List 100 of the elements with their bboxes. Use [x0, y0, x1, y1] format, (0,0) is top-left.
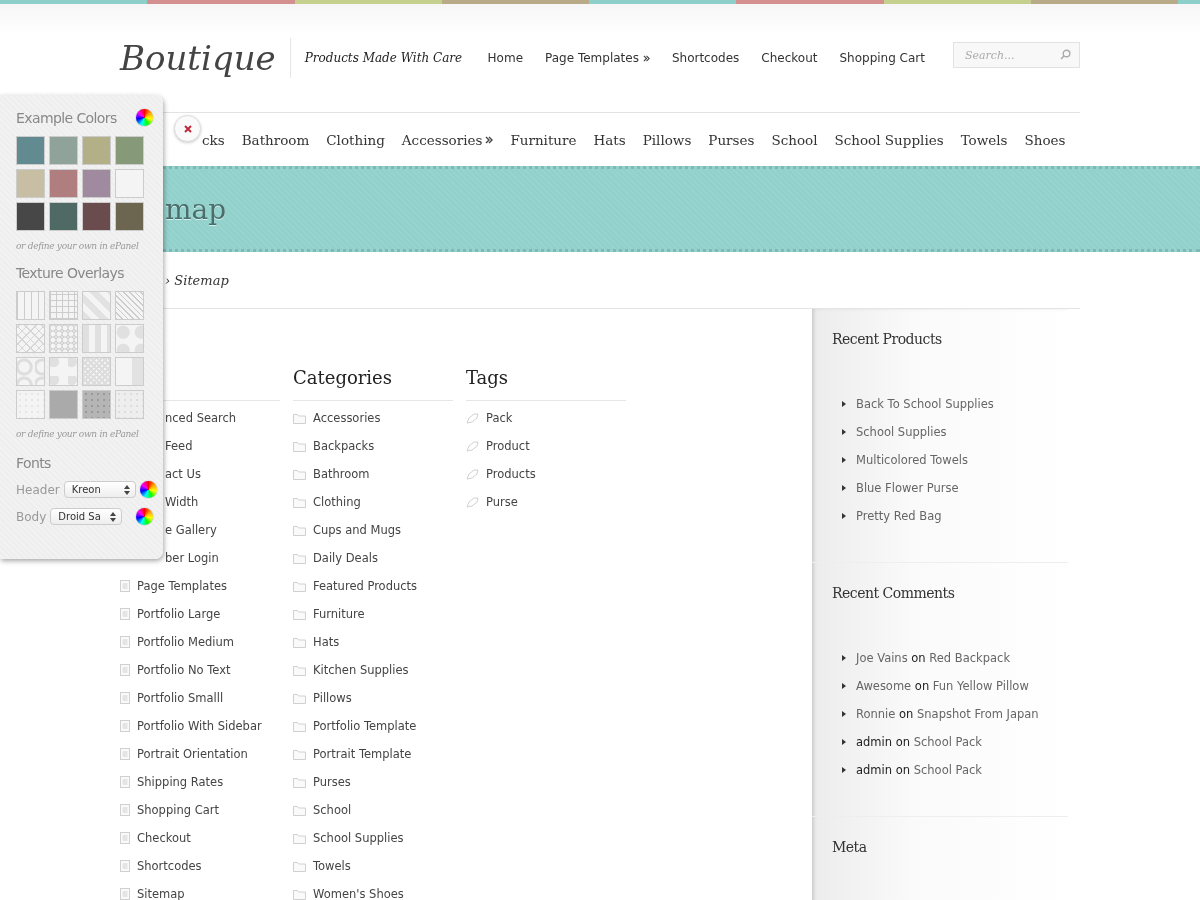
texture-swatch[interactable]: [16, 357, 45, 386]
top-nav-link[interactable]: Checkout: [761, 51, 818, 65]
recent-product-link[interactable]: Multicolored Towels: [856, 453, 968, 467]
category-link[interactable]: Furniture: [313, 607, 365, 621]
category-link[interactable]: School: [313, 803, 352, 817]
top-nav-link[interactable]: Shortcodes: [671, 51, 740, 65]
recent-product-link[interactable]: Back To School Supplies: [856, 397, 994, 411]
category-link[interactable]: Hats: [313, 635, 340, 649]
category-link[interactable]: School Supplies: [313, 831, 404, 845]
page-link[interactable]: Shopping Cart: [137, 803, 219, 817]
texture-swatch[interactable]: [82, 291, 111, 320]
category-link[interactable]: Towels: [313, 859, 351, 873]
comment-post-link[interactable]: Snapshot From Japan: [917, 707, 1039, 721]
color-wheel-icon[interactable]: [136, 508, 154, 525]
category-link[interactable]: Women's Shoes: [313, 887, 404, 900]
page-link[interactable]: Portfolio No Text: [137, 663, 231, 677]
texture-swatch[interactable]: [16, 324, 45, 353]
page-link[interactable]: Portfolio Medium: [137, 635, 234, 649]
color-swatch[interactable]: [16, 202, 45, 231]
tag-link[interactable]: Product: [486, 439, 530, 453]
color-swatch[interactable]: [16, 136, 45, 165]
category-nav-link[interactable]: Accessories: [401, 131, 494, 148]
page-link[interactable]: e Gallery: [165, 523, 217, 537]
category-nav-link[interactable]: Hats: [593, 131, 626, 148]
category-link[interactable]: Backpacks: [313, 439, 375, 453]
category-nav-link[interactable]: Purses: [708, 131, 755, 148]
category-nav-link[interactable]: Pillows: [642, 131, 692, 148]
color-swatch[interactable]: [115, 136, 144, 165]
category-link[interactable]: Featured Products: [313, 579, 418, 593]
logo[interactable]: Boutique: [120, 38, 291, 78]
comment-author-link[interactable]: Awesome: [856, 679, 912, 693]
recent-product-link[interactable]: Blue Flower Purse: [856, 481, 959, 495]
page-link[interactable]: Shipping Rates: [137, 775, 224, 789]
top-nav-link[interactable]: Shopping Cart: [839, 51, 925, 65]
font-select[interactable]: Droid Sa: [50, 508, 123, 525]
page-link[interactable]: Portrait Orientation: [137, 747, 248, 761]
comment-post-link[interactable]: School Pack: [913, 735, 982, 749]
color-swatch[interactable]: [115, 169, 144, 198]
texture-swatch[interactable]: [115, 390, 144, 419]
color-wheel-icon[interactable]: [136, 109, 153, 126]
color-swatch[interactable]: [82, 136, 111, 165]
page-link[interactable]: nced Search: [165, 411, 237, 425]
category-nav-link[interactable]: School: [771, 131, 818, 148]
page-link[interactable]: Portfolio Large: [137, 607, 221, 621]
top-nav-link[interactable]: Page Templates: [545, 51, 650, 65]
texture-swatch[interactable]: [115, 357, 144, 386]
color-swatch[interactable]: [115, 202, 144, 231]
comment-post-link[interactable]: Red Backpack: [929, 651, 1011, 665]
comment-post-link[interactable]: School Pack: [913, 763, 982, 777]
category-nav-link[interactable]: Furniture: [510, 131, 577, 148]
texture-swatch[interactable]: [16, 291, 45, 320]
comment-post-link[interactable]: Fun Yellow Pillow: [932, 679, 1029, 693]
top-nav-link[interactable]: Home: [487, 51, 524, 65]
category-link[interactable]: Cups and Mugs: [313, 523, 402, 537]
search-icon[interactable]: [1060, 49, 1071, 60]
page-link[interactable]: Checkout: [137, 831, 191, 845]
color-swatch[interactable]: [82, 169, 111, 198]
category-link[interactable]: Pillows: [313, 691, 352, 705]
texture-swatch[interactable]: [115, 291, 144, 320]
page-link[interactable]: Shortcodes: [137, 859, 202, 873]
category-link[interactable]: Portrait Template: [313, 747, 412, 761]
category-nav-link[interactable]: Bathroom: [241, 131, 310, 148]
page-link[interactable]: act Us: [165, 467, 201, 481]
color-wheel-icon[interactable]: [139, 481, 157, 498]
texture-swatch[interactable]: [82, 324, 111, 353]
font-select[interactable]: Kreon: [63, 481, 136, 498]
tag-link[interactable]: Purse: [486, 495, 518, 509]
category-nav-link[interactable]: Shoes: [1024, 131, 1066, 148]
texture-swatch[interactable]: [49, 357, 78, 386]
texture-swatch[interactable]: [49, 324, 78, 353]
category-nav-link[interactable]: cks: [202, 131, 225, 148]
color-swatch[interactable]: [49, 202, 78, 231]
recent-product-link[interactable]: Pretty Red Bag: [856, 509, 942, 523]
category-link[interactable]: Kitchen Supplies: [313, 663, 409, 677]
category-link[interactable]: Portfolio Template: [313, 719, 417, 733]
tag-link[interactable]: Products: [486, 467, 536, 481]
recent-product-link[interactable]: School Supplies: [856, 425, 947, 439]
texture-swatch[interactable]: [82, 390, 111, 419]
category-nav-link[interactable]: Towels: [960, 131, 1008, 148]
category-link[interactable]: Clothing: [313, 495, 361, 509]
texture-swatch[interactable]: [49, 291, 78, 320]
tag-link[interactable]: Pack: [486, 411, 513, 425]
page-link[interactable]: Sitemap: [137, 887, 185, 900]
page-link[interactable]: Page Templates: [137, 579, 227, 593]
color-swatch[interactable]: [49, 136, 78, 165]
search-field[interactable]: Search...: [953, 42, 1080, 68]
page-link[interactable]: Portfolio Smalll: [137, 691, 224, 705]
close-button[interactable]: [174, 115, 201, 142]
category-link[interactable]: Purses: [313, 775, 351, 789]
page-link[interactable]: Portfolio With Sidebar: [137, 719, 262, 733]
page-link[interactable]: Feed: [165, 439, 193, 453]
category-nav-link[interactable]: Clothing: [326, 131, 385, 148]
category-nav-link[interactable]: School Supplies: [834, 131, 944, 148]
page-link[interactable]: ber Login: [165, 551, 219, 565]
category-link[interactable]: Daily Deals: [313, 551, 378, 565]
texture-swatch[interactable]: [115, 324, 144, 353]
texture-swatch[interactable]: [82, 357, 111, 386]
color-swatch[interactable]: [82, 202, 111, 231]
texture-swatch[interactable]: [16, 390, 45, 419]
comment-author-link[interactable]: Joe Vains: [856, 651, 908, 665]
